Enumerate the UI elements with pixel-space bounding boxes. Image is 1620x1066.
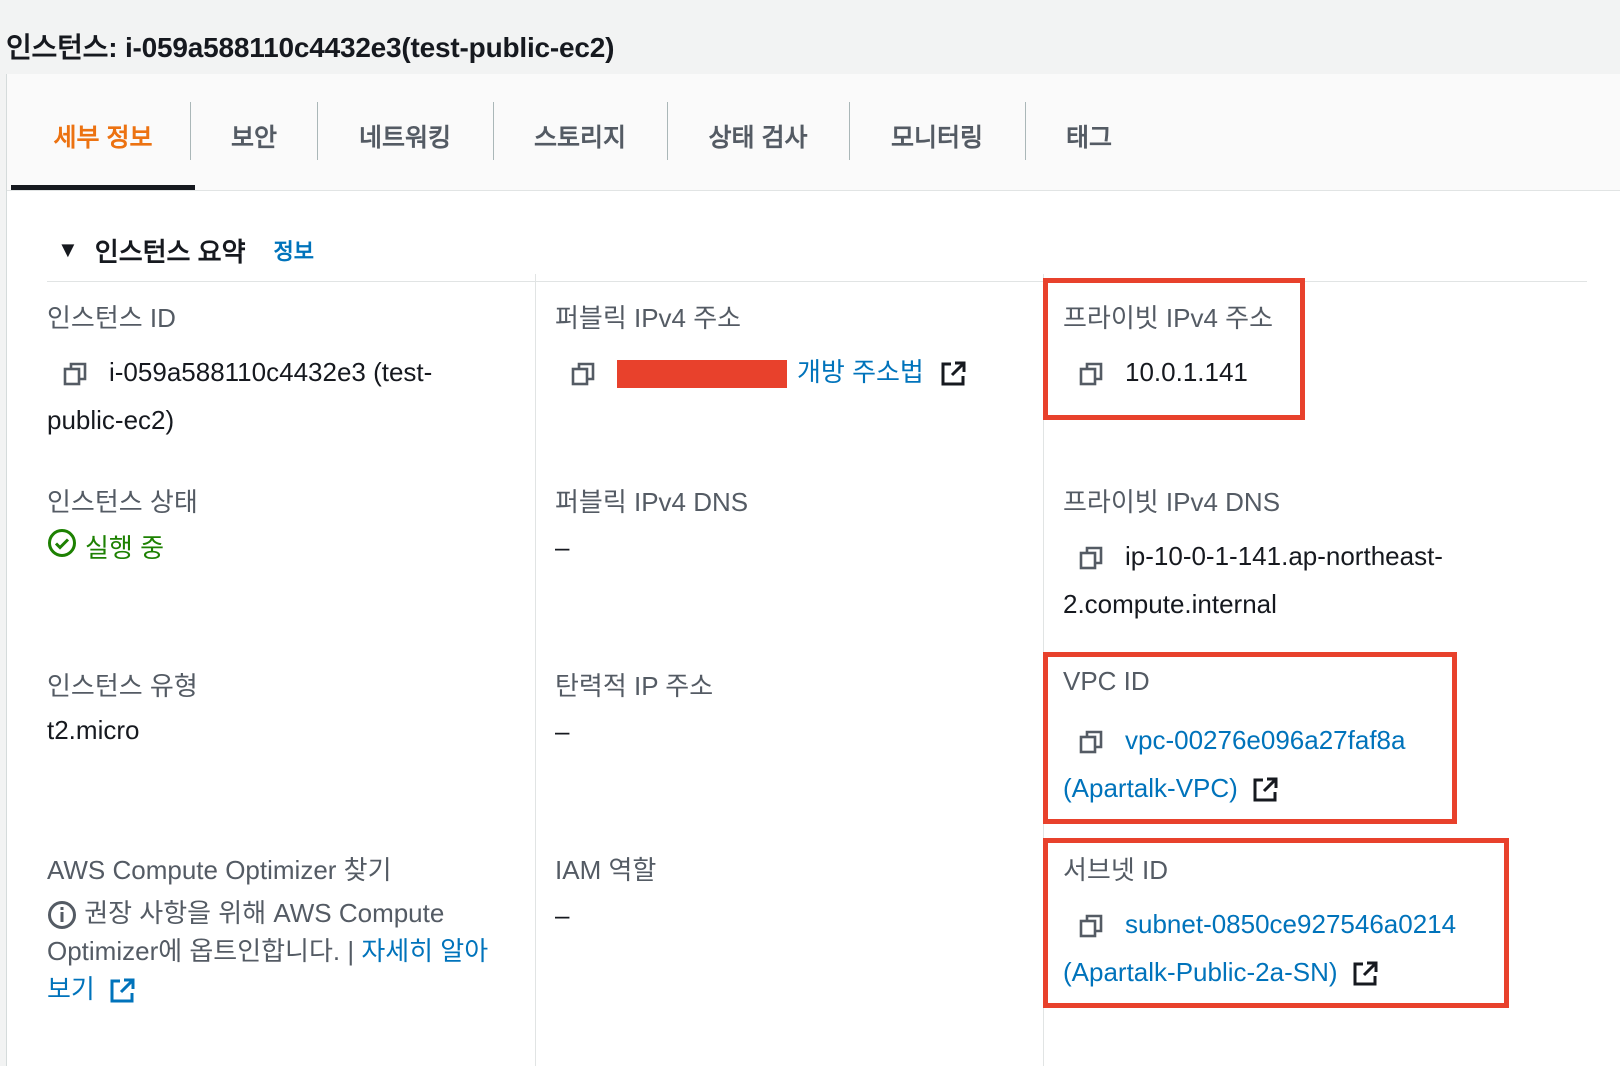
tab-details[interactable]: 세부 정보 (11, 106, 195, 166)
subnet-id-link[interactable]: subnet-0850ce927546a0214 (1125, 909, 1456, 939)
public-dns-value: – (555, 532, 570, 562)
section-title: 인스턴스 요약 (94, 236, 246, 267)
page-header: 인스턴스: i-059a588110c4432e3(test-public-ec… (0, 0, 1620, 74)
details-panel: 세부 정보 보안 네트워킹 스토리지 상태 검사 모니터링 태그 ▼ 인스턴스 … (6, 74, 1620, 1066)
open-address-link[interactable]: 개방 주소법 (797, 357, 924, 387)
instance-type-value: t2.micro (47, 715, 140, 745)
tab-networking[interactable]: 네트워킹 (317, 106, 493, 166)
section-header[interactable]: ▼ 인스턴스 요약 정보 (57, 230, 314, 270)
private-ipv4-value: 10.0.1.141 (1079, 348, 1248, 396)
copy-icon[interactable] (1079, 546, 1103, 570)
vpc-id-label: VPC ID (1063, 666, 1150, 696)
tab-status-checks[interactable]: 상태 검사 (667, 106, 849, 166)
elastic-ip-label: 탄력적 IP 주소 (555, 671, 714, 701)
instance-id-text-cont: public-ec2) (47, 405, 175, 435)
page-title: 인스턴스: i-059a588110c4432e3(test-public-ec… (6, 32, 615, 63)
copy-icon[interactable] (63, 362, 87, 386)
private-ipv4-label: 프라이빗 IPv4 주소 (1063, 303, 1273, 333)
external-link-icon[interactable] (939, 357, 967, 387)
private-dns-text-cont: 2.compute.internal (1063, 589, 1277, 619)
tab-monitoring[interactable]: 모니터링 (849, 106, 1025, 166)
vpc-name-link[interactable]: (Apartalk-VPC) (1063, 773, 1238, 803)
copy-icon[interactable] (1079, 914, 1103, 938)
private-ipv4-text: 10.0.1.141 (1125, 357, 1248, 387)
copy-icon[interactable] (1079, 730, 1103, 754)
compute-optimizer-text-cont: Optimizer에 옵트인합니다. | (47, 936, 362, 966)
check-circle-icon (47, 528, 77, 565)
redacted-ip (617, 360, 787, 389)
info-link[interactable]: 정보 (274, 234, 314, 266)
copy-icon[interactable] (571, 362, 595, 386)
caret-down-icon[interactable]: ▼ (57, 237, 79, 263)
tab-tags[interactable]: 태그 (1025, 106, 1153, 166)
compute-optimizer-value: 권장 사항을 위해 AWS Compute Optimizer에 옵트인합니다.… (47, 894, 527, 1008)
compute-optimizer-text: 권장 사항을 위해 AWS Compute (84, 898, 445, 928)
iam-role-label: IAM 역할 (555, 855, 657, 885)
private-dns-value: ip-10-0-1-141.ap-northeast- 2.compute.in… (1063, 532, 1603, 628)
external-link-icon[interactable] (1251, 773, 1279, 803)
section-divider (47, 281, 1587, 282)
private-dns-text: ip-10-0-1-141.ap-northeast- (1125, 541, 1443, 571)
vpc-id-value: vpc-00276e096a27faf8a (Apartalk-VPC) (1063, 716, 1453, 812)
subnet-id-label: 서브넷 ID (1063, 855, 1168, 885)
tab-bar: 세부 정보 보안 네트워킹 스토리지 상태 검사 모니터링 태그 (7, 74, 1620, 191)
elastic-ip-value: – (555, 716, 570, 746)
instance-id-value: i-059a588110c4432e3 (test- public-ec2) (47, 348, 517, 444)
column-divider (535, 274, 536, 1066)
tab-security[interactable]: 보안 (190, 106, 318, 166)
instance-state-text: 실행 중 (85, 533, 164, 563)
learn-more-link-cont[interactable]: 보기 (47, 974, 95, 1004)
public-ipv4-label: 퍼블릭 IPv4 주소 (555, 303, 742, 333)
vpc-id-link[interactable]: vpc-00276e096a27faf8a (1125, 725, 1405, 755)
learn-more-link[interactable]: 자세히 알아 (361, 936, 488, 966)
instance-state-label: 인스턴스 상태 (47, 487, 198, 517)
external-link-icon[interactable] (1351, 957, 1379, 987)
public-ipv4-value: 개방 주소법 (571, 348, 967, 396)
copy-icon[interactable] (1079, 362, 1103, 386)
info-circle-icon (47, 898, 84, 930)
private-dns-label: 프라이빗 IPv4 DNS (1063, 487, 1281, 517)
subnet-id-value: subnet-0850ce927546a0214 (Apartalk-Publi… (1063, 900, 1503, 996)
instance-type-label: 인스턴스 유형 (47, 671, 198, 701)
subnet-name-link[interactable]: (Apartalk-Public-2a-SN) (1063, 957, 1338, 987)
public-dns-label: 퍼블릭 IPv4 DNS (555, 487, 749, 517)
instance-id-text: i-059a588110c4432e3 (test- (109, 357, 433, 387)
iam-role-value: – (555, 900, 570, 930)
external-link-icon[interactable] (108, 974, 136, 1004)
tab-storage[interactable]: 스토리지 (493, 106, 667, 166)
active-tab-indicator (11, 185, 195, 190)
instance-id-label: 인스턴스 ID (47, 303, 176, 333)
instance-state-status: 실행 중 (47, 528, 164, 565)
compute-optimizer-label: AWS Compute Optimizer 찾기 (47, 855, 392, 885)
